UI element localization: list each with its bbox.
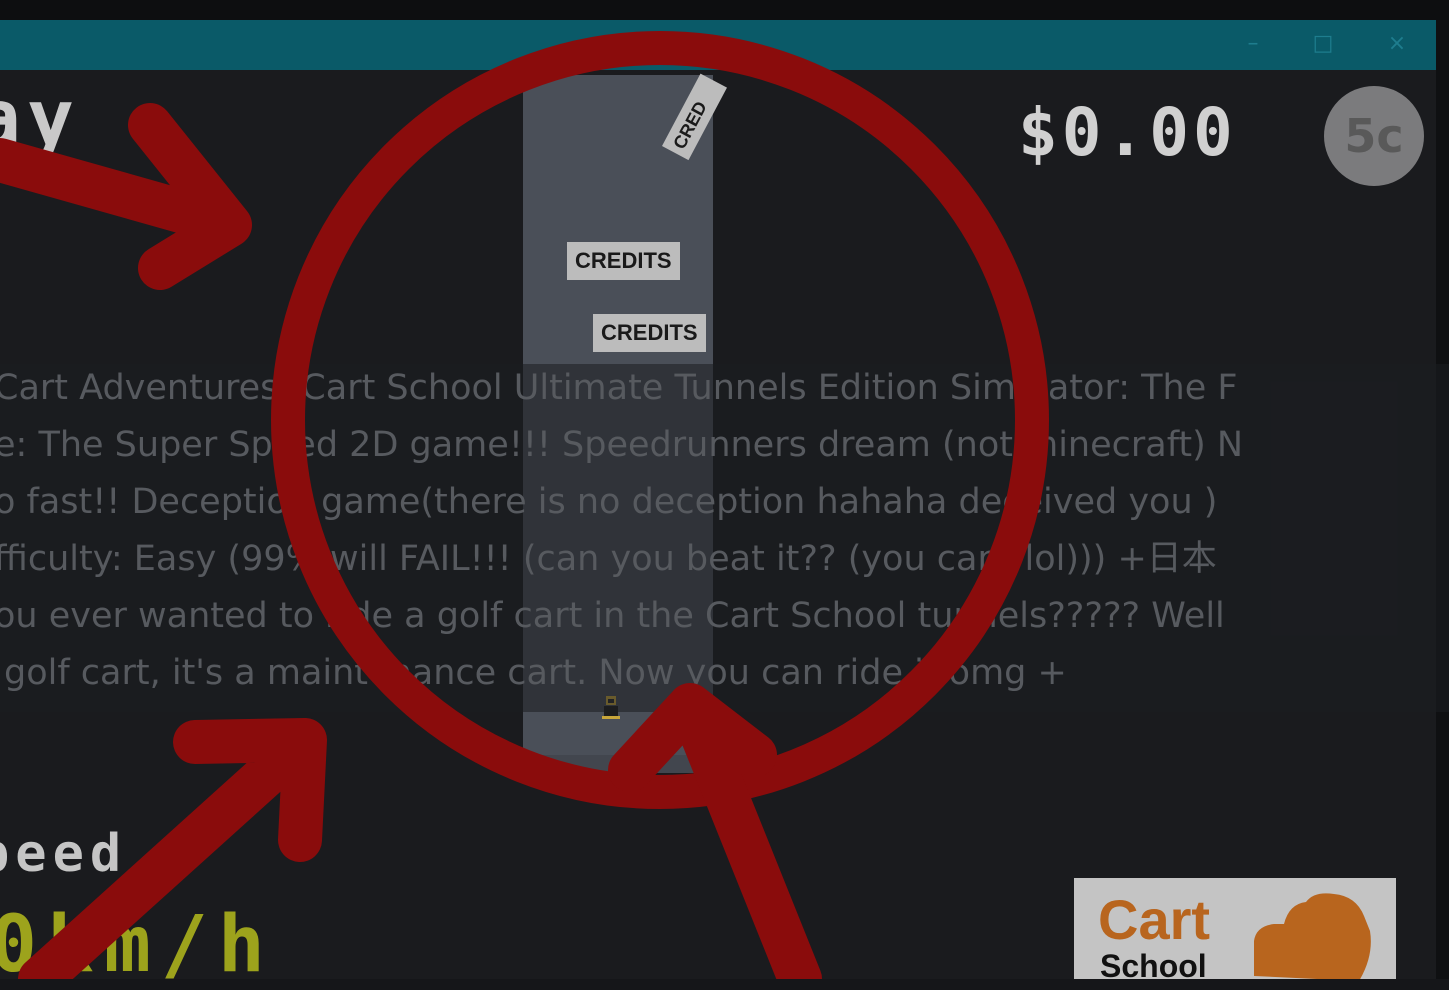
red-circle: [271, 31, 1049, 809]
red-annotation-overlay: [0, 31, 1049, 979]
red-arrow-bottom-left: [18, 718, 327, 979]
red-arrow-top-left: [0, 103, 252, 290]
red-arrow-bottom-right: [608, 683, 822, 979]
